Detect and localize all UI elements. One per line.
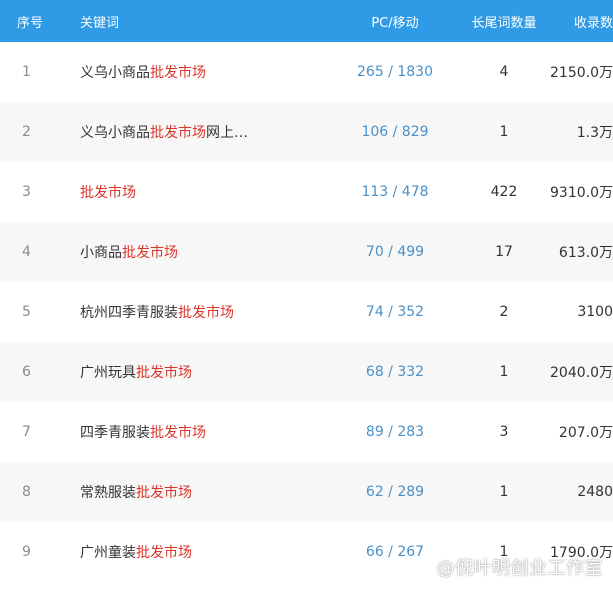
row-index: 7 bbox=[22, 424, 31, 440]
row-long-tail-count: 4 bbox=[499, 64, 509, 80]
table-row[interactable]: 5 杭州四季青服装批发市场 74 / 352 2 3100 bbox=[0, 282, 613, 342]
table-row[interactable]: 6 广州玩具批发市场 68 / 332 1 2040.0万 bbox=[0, 342, 613, 402]
header-keyword: 关键词 bbox=[80, 15, 120, 31]
table-header: 序号 关键词 PC/移动 长尾词数量 收录数 bbox=[0, 0, 613, 42]
row-records: 613.0万 bbox=[558, 245, 613, 261]
row-records: 9310.0万 bbox=[550, 185, 613, 201]
keyword-prefix: 广州玩具 bbox=[80, 365, 136, 381]
row-keyword[interactable]: 小商品批发市场 bbox=[80, 242, 325, 262]
keyword-highlight: 批发市场 bbox=[136, 485, 192, 501]
row-pc-mobile: 89 / 283 bbox=[365, 424, 425, 440]
row-keyword[interactable]: 义乌小商品批发市场 bbox=[80, 62, 325, 82]
table-row[interactable]: 4 小商品批发市场 70 / 499 17 613.0万 bbox=[0, 222, 613, 282]
keyword-prefix: 常熟服装 bbox=[80, 485, 136, 501]
row-records: 2480 bbox=[577, 484, 613, 500]
row-records: 2150.0万 bbox=[550, 65, 613, 81]
keyword-highlight: 批发市场 bbox=[178, 305, 234, 321]
keyword-highlight: 批发市场 bbox=[136, 545, 192, 561]
keyword-prefix: 杭州四季青服装 bbox=[80, 305, 178, 321]
row-keyword[interactable]: 常熟服装批发市场 bbox=[80, 482, 325, 502]
header-records: 收录数 bbox=[573, 15, 613, 31]
keyword-table: 序号 关键词 PC/移动 长尾词数量 收录数 1 义乌小商品批发市场 265 / 1… bbox=[0, 0, 613, 582]
row-keyword[interactable]: 广州童装批发市场 bbox=[80, 542, 325, 562]
keyword-prefix: 四季青服装 bbox=[80, 425, 150, 441]
keyword-highlight: 批发市场 bbox=[150, 125, 206, 141]
row-records: 3100 bbox=[577, 304, 613, 320]
row-pc-mobile: 106 / 829 bbox=[361, 124, 429, 140]
row-pc-mobile: 62 / 289 bbox=[365, 484, 425, 500]
keyword-highlight: 批发市场 bbox=[150, 65, 206, 81]
row-keyword[interactable]: 四季青服装批发市场 bbox=[80, 422, 325, 442]
row-pc-mobile: 70 / 499 bbox=[365, 244, 425, 260]
row-keyword[interactable]: 义乌小商品批发市场网上… bbox=[80, 122, 325, 142]
table-row[interactable]: 2 义乌小商品批发市场网上… 106 / 829 1 1.3万 bbox=[0, 102, 613, 162]
row-keyword[interactable]: 杭州四季青服装批发市场 bbox=[80, 302, 325, 322]
row-records: 207.0万 bbox=[558, 425, 613, 441]
row-keyword[interactable]: 批发市场 bbox=[80, 182, 325, 202]
row-records: 2040.0万 bbox=[550, 365, 613, 381]
row-index: 2 bbox=[22, 124, 31, 140]
keyword-prefix: 小商品 bbox=[80, 245, 122, 261]
row-pc-mobile: 68 / 332 bbox=[365, 364, 425, 380]
row-pc-mobile: 113 / 478 bbox=[361, 184, 429, 200]
row-index: 3 bbox=[22, 184, 31, 200]
watermark: @倪叶明创业工作室 bbox=[436, 558, 603, 579]
row-long-tail-count: 17 bbox=[495, 244, 513, 260]
keyword-highlight: 批发市场 bbox=[122, 245, 178, 261]
table-row[interactable]: 8 常熟服装批发市场 62 / 289 1 2480 bbox=[0, 462, 613, 522]
header-pc-mobile: PC/移动 bbox=[371, 15, 419, 31]
row-index: 1 bbox=[22, 64, 31, 80]
row-long-tail-count: 2 bbox=[499, 304, 509, 320]
keyword-prefix: 义乌小商品 bbox=[80, 125, 150, 141]
keyword-prefix: 义乌小商品 bbox=[80, 65, 150, 81]
row-index: 9 bbox=[22, 544, 31, 560]
keyword-table-page: 序号 关键词 PC/移动 长尾词数量 收录数 1 义乌小商品批发市场 265 / 1… bbox=[0, 0, 613, 590]
row-records: 1.3万 bbox=[576, 125, 613, 141]
row-long-tail-count: 1 bbox=[499, 124, 509, 140]
row-pc-mobile: 265 / 1830 bbox=[357, 64, 433, 80]
row-pc-mobile: 74 / 352 bbox=[365, 304, 425, 320]
table-body: 1 义乌小商品批发市场 265 / 1830 4 2150.0万 2 义乌小商品批发市场网上… bbox=[0, 42, 613, 582]
row-index: 6 bbox=[22, 364, 31, 380]
row-long-tail-count: 422 bbox=[490, 184, 518, 200]
header-long-tail-count: 长尾词数量 bbox=[471, 15, 537, 31]
row-index: 5 bbox=[22, 304, 31, 320]
keyword-prefix: 广州童装 bbox=[80, 545, 136, 561]
row-long-tail-count: 1 bbox=[499, 364, 509, 380]
table-row[interactable]: 3 批发市场 113 / 478 422 9310.0万 bbox=[0, 162, 613, 222]
row-keyword[interactable]: 广州玩具批发市场 bbox=[80, 362, 325, 382]
keyword-highlight: 批发市场 bbox=[80, 185, 136, 201]
row-index: 8 bbox=[22, 484, 31, 500]
row-long-tail-count: 1 bbox=[499, 484, 509, 500]
keyword-highlight: 批发市场 bbox=[150, 425, 206, 441]
row-long-tail-count: 3 bbox=[499, 424, 509, 440]
row-index: 4 bbox=[22, 244, 31, 260]
header-index: 序号 bbox=[17, 15, 44, 31]
table-row[interactable]: 1 义乌小商品批发市场 265 / 1830 4 2150.0万 bbox=[0, 42, 613, 102]
table-row[interactable]: 7 四季青服装批发市场 89 / 283 3 207.0万 bbox=[0, 402, 613, 462]
keyword-suffix: 网上… bbox=[206, 125, 248, 141]
keyword-highlight: 批发市场 bbox=[136, 365, 192, 381]
